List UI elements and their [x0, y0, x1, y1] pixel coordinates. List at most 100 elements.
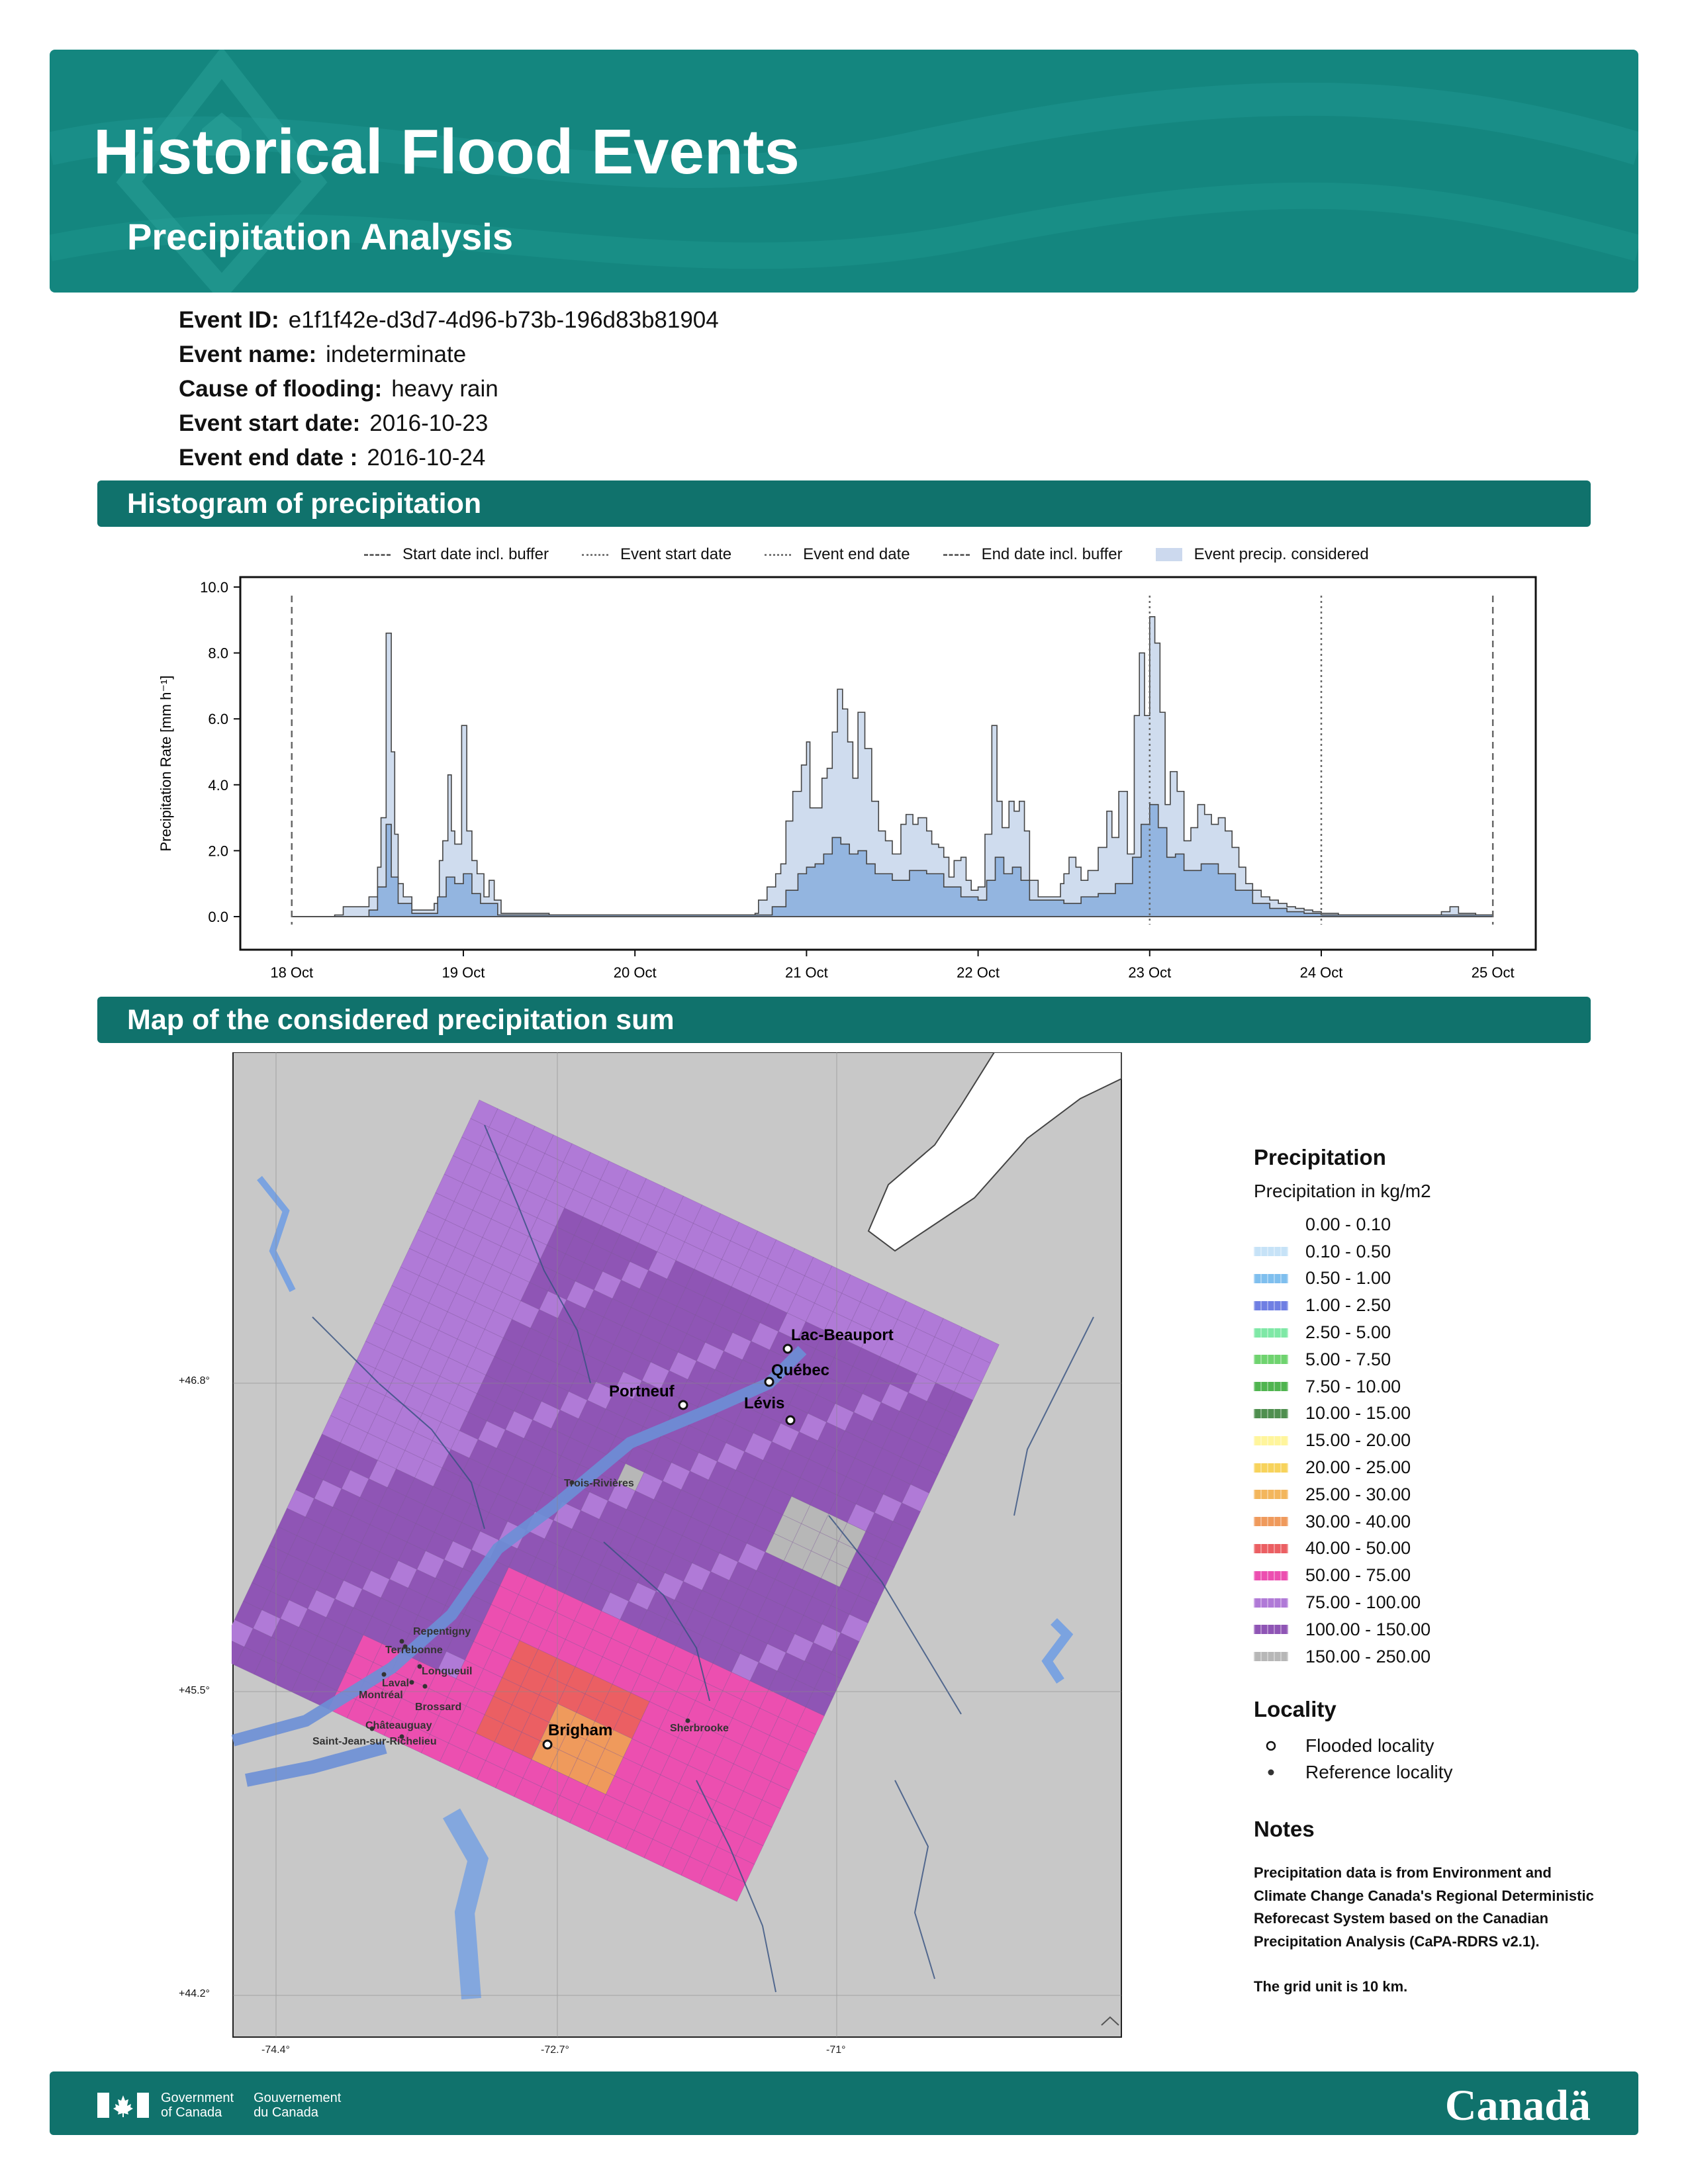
notes-text: Precipitation data is from Environment a…: [1254, 1864, 1594, 1950]
field-label: Event start date:: [179, 410, 361, 436]
reference-locality-marker: [409, 1680, 414, 1685]
footer: Government of Canada Gouvernement du Canad…: [50, 2071, 1638, 2135]
y-tick-label: 6.0: [208, 711, 228, 727]
legend-swatch: [1254, 1273, 1288, 1283]
legend-bin: 2.50 - 5.00: [1254, 1319, 1598, 1346]
lat-label: +45.5°: [179, 1685, 210, 1696]
header-banner: Historical Flood Events Precipitation An…: [50, 50, 1638, 293]
histogram-section-title: Histogram of precipitation: [97, 480, 1591, 527]
legend-swatch: [1254, 1490, 1288, 1500]
legend-swatch: [1254, 1652, 1288, 1662]
gov-fr: Gouvernement du Canada: [254, 2091, 341, 2120]
legend-swatch: [1254, 1435, 1288, 1445]
y-tick-label: 10.0: [200, 579, 228, 596]
legend-label: End date incl. buffer: [981, 545, 1123, 563]
field-label: Cause of flooding:: [179, 376, 383, 402]
legend-bins: 0.00 - 0.10 0.10 - 0.50 0.50 - 1.00 1.00 - …: [1254, 1211, 1598, 1670]
legend-bin: 25.00 - 30.00: [1254, 1481, 1598, 1508]
canada-wordmark: Canadä: [1444, 2081, 1591, 2130]
lon-label: -74.4°: [261, 2044, 290, 2056]
legend-label: Reference locality: [1305, 1761, 1453, 1782]
legend-swatch: [1254, 1570, 1288, 1580]
legend-bin: 40.00 - 50.00: [1254, 1535, 1598, 1563]
legend-event-start: Event start date: [582, 545, 731, 564]
legend-swatch: [1254, 1300, 1288, 1310]
lon-label: -71°: [826, 2044, 846, 2056]
legend-swatch: [1254, 1625, 1288, 1635]
legend-bin-label: 15.00 - 20.00: [1305, 1430, 1411, 1451]
y-tick-label: 8.0: [208, 645, 228, 662]
gov-fr-line: du Canada: [254, 2105, 318, 2120]
legend-bin-label: 0.00 - 0.10: [1305, 1214, 1391, 1234]
locality-legend: Locality Flooded locality Reference loca…: [1254, 1697, 1598, 1786]
lat-label: +44.2°: [179, 1988, 210, 1999]
legend-precip-considered: Event precip. considered: [1155, 545, 1369, 564]
legend-swatch: [1254, 1598, 1288, 1608]
flooded-locality-marker: [785, 1415, 796, 1426]
notes: Notes Precipitation data is from Environ…: [1254, 1817, 1598, 1999]
x-tick-label: 21 Oct: [785, 964, 828, 981]
locality-label: Lévis: [744, 1394, 784, 1412]
legend-start-buffer: Start date incl. buffer: [364, 545, 549, 564]
gov-en-line: Government: [161, 2091, 234, 2105]
legend-swatch: [1254, 1328, 1288, 1338]
end-date-row: Event end date : 2016-10-24: [179, 441, 719, 475]
legend-bin-label: 150.00 - 250.00: [1305, 1646, 1431, 1666]
legend-bin: 1.00 - 2.50: [1254, 1292, 1598, 1319]
locality-label: Montréal: [359, 1690, 403, 1701]
field-value: e1f1f42e-d3d7-4d96-b73b-196d83b81904: [288, 307, 719, 333]
reference-locality-marker: [381, 1672, 387, 1677]
field-label: Event end date :: [179, 445, 358, 471]
flooded-locality-marker: [782, 1343, 793, 1354]
legend-bin-label: 5.00 - 7.50: [1305, 1349, 1391, 1369]
legend-bin-label: 100.00 - 150.00: [1305, 1619, 1431, 1639]
locality-label: Châteauguay: [365, 1720, 432, 1731]
event-name-row: Event name: indeterminate: [179, 338, 719, 372]
legend-bin-label: 1.00 - 2.50: [1305, 1295, 1391, 1316]
legend-bin-label: 0.50 - 1.00: [1305, 1268, 1391, 1289]
y-tick-label: 2.0: [208, 842, 228, 859]
notes-grid: The grid unit is 10 km.: [1254, 1978, 1408, 1995]
y-axis-label: Precipitation Rate [mm h⁻¹]: [158, 676, 174, 852]
legend-bin-label: 20.00 - 25.00: [1305, 1457, 1411, 1478]
legend-bin: 7.50 - 10.00: [1254, 1373, 1598, 1400]
notes-title: Notes: [1254, 1817, 1315, 1841]
x-tick-label: 18 Oct: [270, 964, 313, 981]
locality-label: Terrebonne: [385, 1645, 443, 1656]
legend-swatch: [1254, 1220, 1288, 1230]
legend-bin-label: 2.50 - 5.00: [1305, 1322, 1391, 1343]
x-tick-label: 24 Oct: [1300, 964, 1343, 981]
x-tick-label: 23 Oct: [1128, 964, 1171, 981]
field-value: 2016-10-23: [369, 410, 489, 436]
legend-title: Precipitation: [1254, 1145, 1386, 1169]
field-label: Event ID:: [179, 307, 279, 333]
legend-swatch: [1254, 1382, 1288, 1392]
legend-bin: 0.50 - 1.00: [1254, 1265, 1598, 1293]
locality-label: Lac-Beauport: [791, 1326, 894, 1344]
canada-flag-icon: [97, 2093, 149, 2118]
legend-label: Start date incl. buffer: [402, 545, 549, 563]
legend-event-end: Event end date: [765, 545, 910, 564]
legend-reference-locality: Reference locality: [1254, 1759, 1598, 1786]
lat-label: +46.8°: [179, 1375, 210, 1387]
y-tick-label: 4.0: [208, 777, 228, 794]
legend-bin: 150.00 - 250.00: [1254, 1643, 1598, 1670]
legend-bin: 0.10 - 0.50: [1254, 1238, 1598, 1265]
locality-label: Repentigny: [413, 1626, 471, 1637]
legend-label: Event start date: [620, 545, 732, 563]
map-canvas: Lac-Beauport Québec Portneuf Lévis Brigh…: [216, 1052, 1122, 2056]
event-id-row: Event ID: e1f1f42e-d3d7-4d96-b73b-196d83b…: [179, 303, 719, 338]
reference-locality-marker: [422, 1684, 428, 1689]
locality-label: Brossard: [415, 1702, 461, 1713]
field-value: 2016-10-24: [367, 445, 486, 471]
legend-bin-label: 7.50 - 10.00: [1305, 1376, 1401, 1396]
legend-bin-label: 25.00 - 30.00: [1305, 1484, 1411, 1504]
cause-row: Cause of flooding: heavy rain: [179, 372, 719, 406]
legend-swatch: [1254, 1355, 1288, 1365]
gov-fr-line: Gouvernement: [254, 2091, 342, 2105]
legend-label: Event end date: [803, 545, 910, 563]
histogram-legend: Start date incl. buffer Event start date…: [364, 541, 1402, 568]
map-legend: Precipitation Precipitation in kg/m2 0.0…: [1254, 1145, 1598, 1786]
legend-bin-label: 40.00 - 50.00: [1305, 1538, 1411, 1559]
field-value: heavy rain: [391, 376, 498, 402]
